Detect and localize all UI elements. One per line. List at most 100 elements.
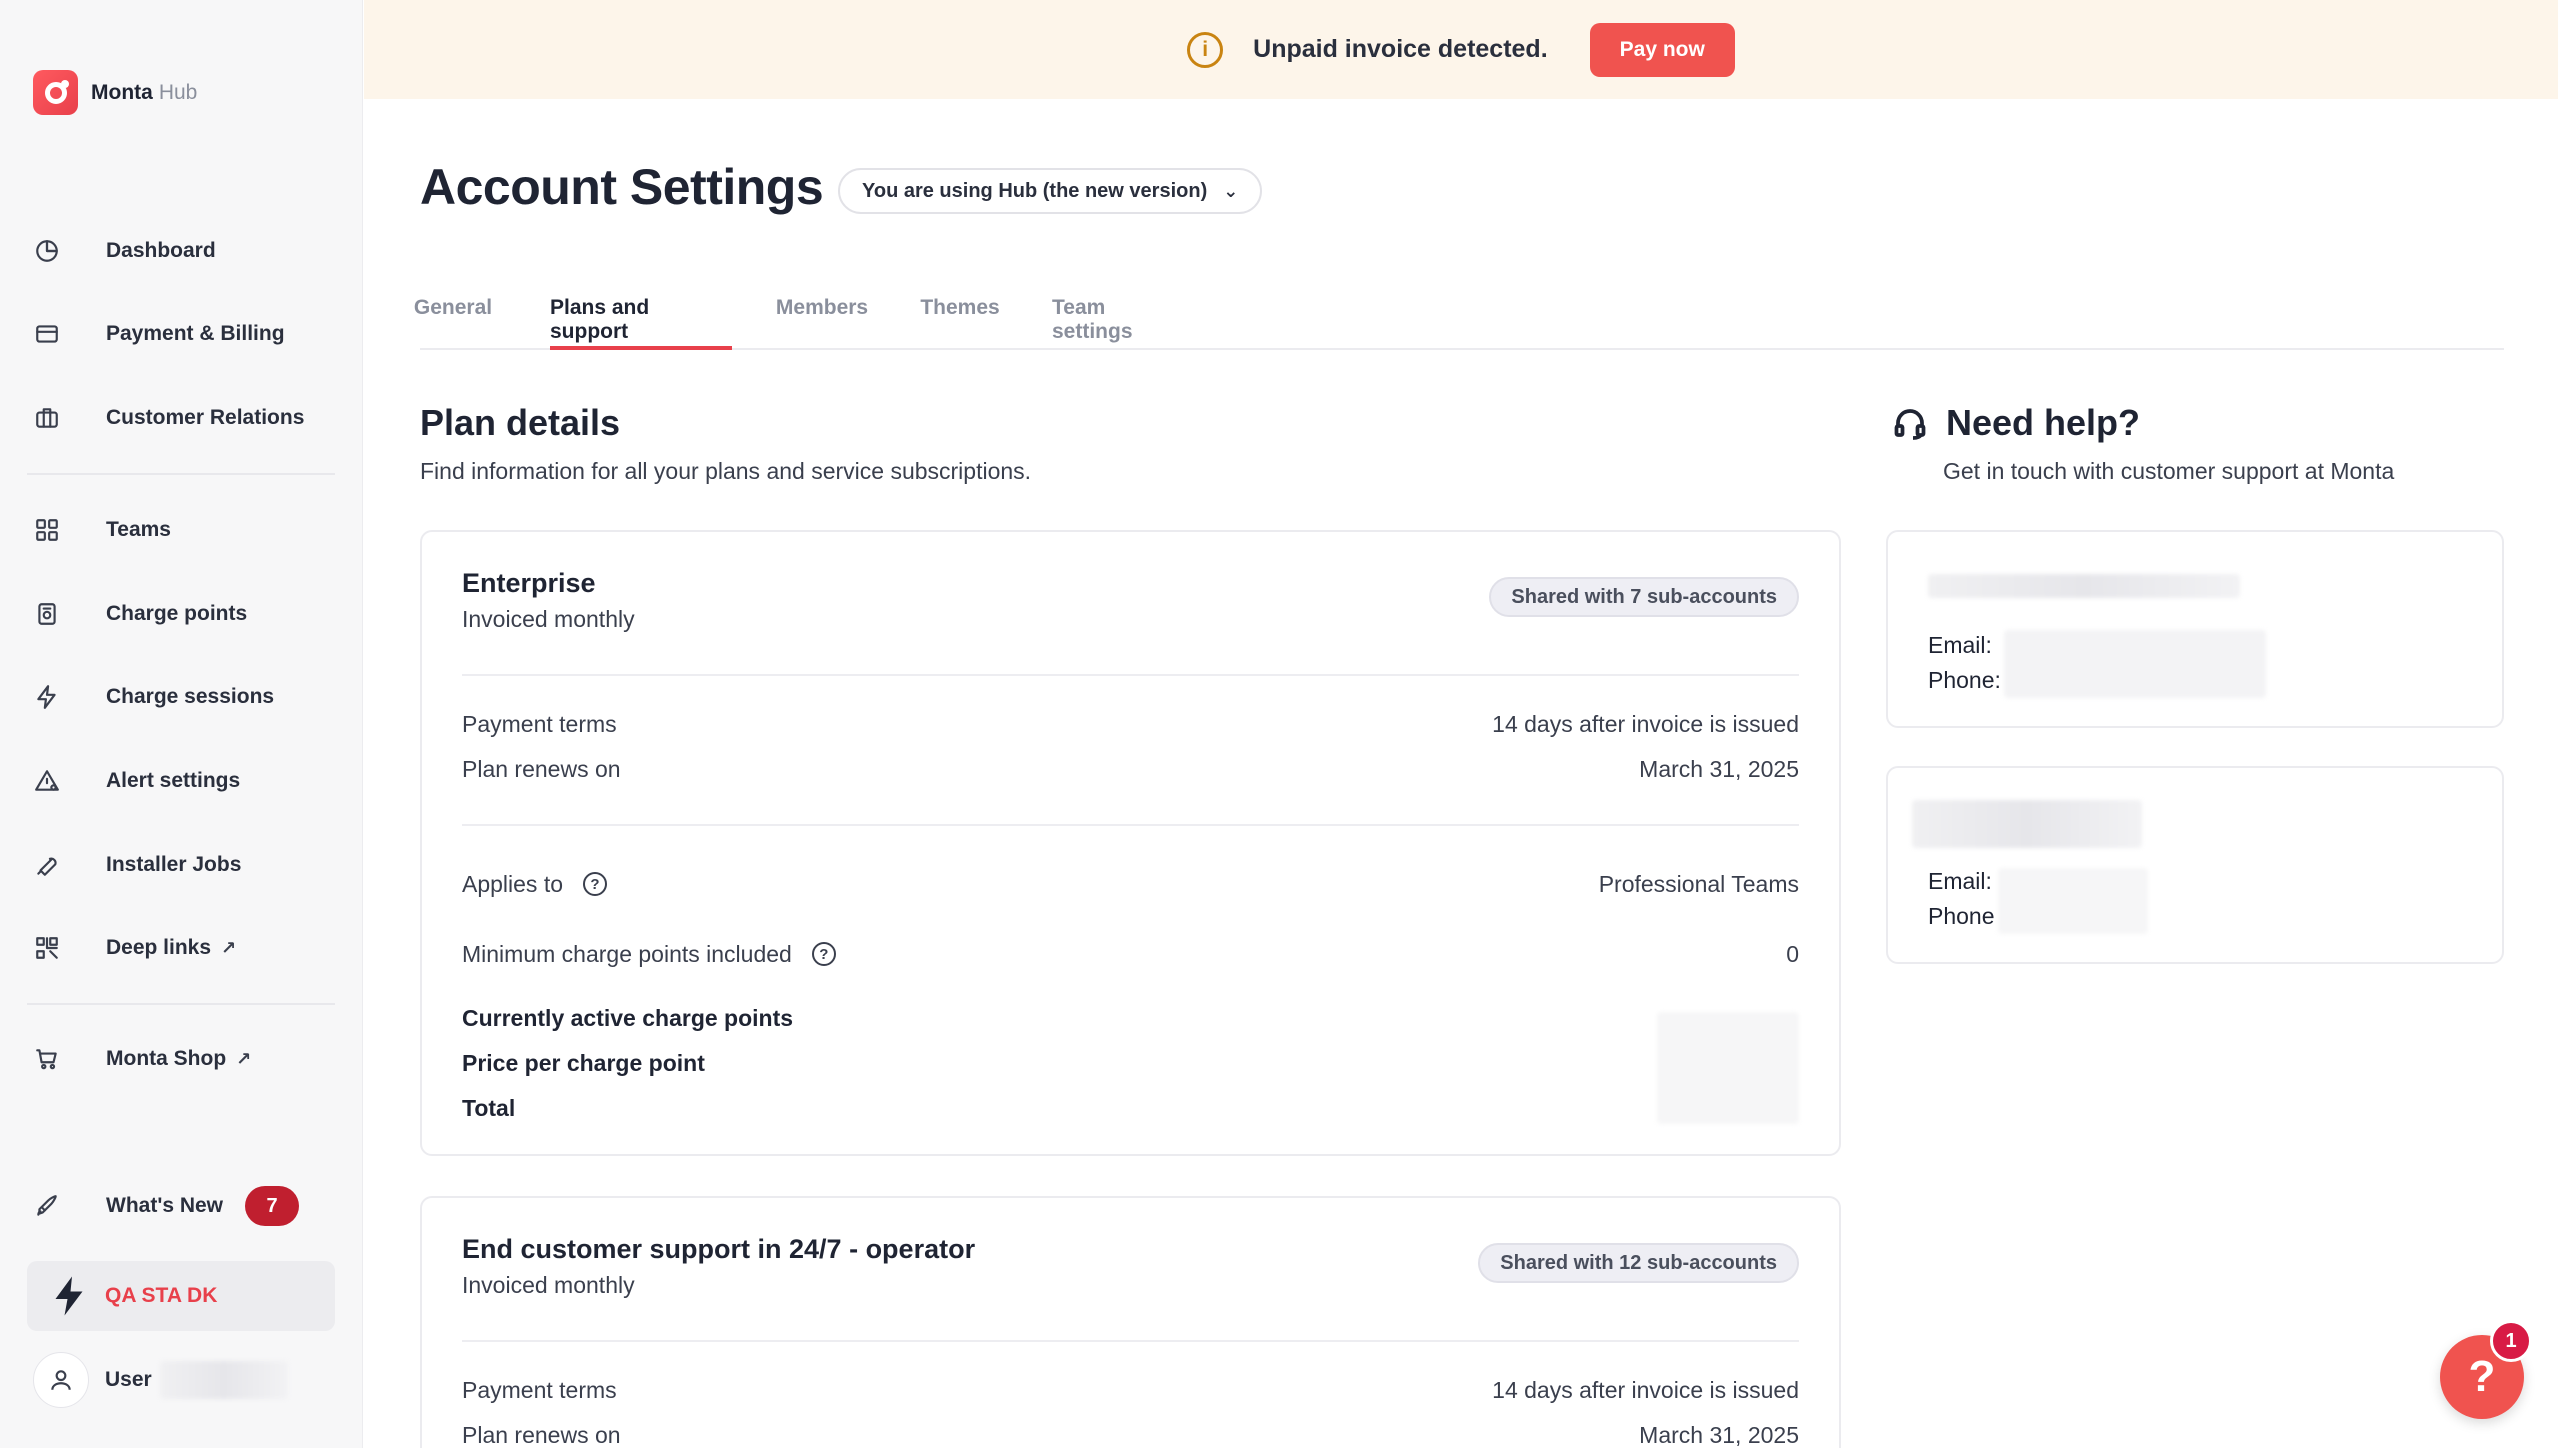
shared-sub-accounts-badge[interactable]: Shared with 7 sub-accounts [1489,577,1799,617]
pay-now-button[interactable]: Pay now [1589,22,1735,77]
payment-terms-label: Payment terms [462,710,617,737]
info-icon: i [1187,31,1224,68]
plan-card-enterprise: Enterprise Invoiced monthly Shared with … [420,530,1841,1156]
account-switcher[interactable]: QA STA DK [27,1261,335,1331]
support-contact-card: Email: Phone [1886,766,2504,964]
sidebar-item-monta-shop[interactable]: Monta Shop ↗ [33,1034,333,1084]
sidebar-item-label: Customer Relations [106,406,305,429]
contact-phone[interactable]: Phone: [1928,667,2001,694]
plan-name: Enterprise [462,568,596,598]
total-label: Total [462,1094,516,1121]
tab-team-settings[interactable]: Team settings [1052,296,1184,350]
payment-terms-value: 14 days after invoice is issued [1492,710,1799,737]
banner-text: Unpaid invoice detected. [1253,35,1548,63]
wrench-icon [33,851,61,879]
sidebar-item-alert-settings[interactable]: Alert settings [33,756,333,806]
brand-sub: Hub [158,80,198,104]
tab-themes[interactable]: Themes [920,296,999,350]
applies-to-value: Professional Teams [1598,870,1799,897]
brand[interactable]: Monta Hub [33,70,197,115]
sidebar: Monta Hub Dashboard Payment & Billing Cu… [0,0,363,1448]
sidebar-item-whats-new[interactable]: What's New 7 [33,1181,333,1231]
sidebar-item-label: Installer Jobs [106,853,242,876]
contact-email[interactable]: Email: [1928,868,1992,895]
whats-new-badge: 7 [245,1186,300,1226]
min-charge-points-label-wrap: Minimum charge points included ? [462,941,836,968]
plan-card-support: End customer support in 24/7 - operator … [420,1196,1841,1448]
min-charge-points-label: Minimum charge points included [462,940,792,967]
user-menu[interactable]: User [33,1352,288,1408]
sidebar-item-label: Payment & Billing [106,322,285,345]
help-circle-icon[interactable]: ? [811,942,836,966]
applies-to-row: Applies to ? Professional Teams [462,866,1799,902]
headset-icon [1894,409,1926,440]
sidebar-item-label: Charge sessions [106,685,275,708]
chevron-down-icon: ⌄ [1223,180,1239,201]
sidebar-item-label: Monta Shop [106,1047,227,1070]
plan-renews-row: Plan renews on March 31, 2025 [462,751,1799,787]
monta-logo-icon [33,70,78,115]
plan-details-title: Plan details [420,402,621,443]
sidebar-divider [27,1003,335,1005]
shared-sub-accounts-badge[interactable]: Shared with 12 sub-accounts [1478,1243,1799,1283]
applies-to-label: Applies to [462,870,564,897]
tab-general[interactable]: General [414,296,492,350]
unpaid-invoice-banner: i Unpaid invoice detected. Pay now [364,0,2558,99]
external-link-icon: ↗ [236,1048,252,1069]
need-help-label: Need help? [1946,402,2141,443]
price-per-charge-point-label: Price per charge point [462,1049,705,1076]
contact-email[interactable]: Email: [1928,632,1992,659]
account-lightning-icon [45,1271,93,1321]
user-avatar-icon [33,1352,89,1408]
plan-renews-label: Plan renews on [462,755,621,782]
grid-icon [33,516,61,544]
sidebar-item-customer-relations[interactable]: Customer Relations [33,393,333,443]
sidebar-item-teams[interactable]: Teams [33,505,333,555]
divider [462,824,1799,826]
payment-terms-value: 14 days after invoice is issued [1492,1376,1799,1403]
contact-email-label: Email: [1928,632,1992,658]
plan-details-subtitle: Find information for all your plans and … [420,458,1032,484]
active-charge-points-row: Currently active charge points [462,1000,1799,1036]
account-name: QA STA DK [105,1284,218,1307]
plan-renews-value: March 31, 2025 [1639,1421,1799,1448]
sidebar-item-charge-points[interactable]: Charge points [33,589,333,639]
sidebar-item-deep-links[interactable]: Deep links ↗ [33,923,333,973]
contact-phone-label: Phone [1928,903,1995,929]
sidebar-item-installer-jobs[interactable]: Installer Jobs [33,840,333,890]
contact-details-redacted [1998,868,2148,934]
brand-name: Monta [91,80,153,104]
divider [462,1340,1799,1342]
need-help-title: Need help? [1892,402,2140,444]
active-charge-points-label: Currently active charge points [462,1004,794,1031]
sidebar-item-label: What's New [106,1194,224,1217]
tab-plans-and-support[interactable]: Plans and support [550,296,732,350]
sidebar-item-label: Teams [106,518,171,541]
sidebar-item-label: Dashboard [106,239,216,262]
sidebar-item-label: Alert settings [106,769,241,792]
sidebar-item-dashboard[interactable]: Dashboard [33,226,333,276]
sidebar-item-label: Charge points [106,602,248,625]
help-circle-icon[interactable]: ? [583,872,608,896]
page-title: Account Settings [420,159,824,215]
contact-name-redacted [1928,574,2240,598]
plan-renews-value: March 31, 2025 [1639,755,1799,782]
version-selector[interactable]: You are using Hub (the new version) ⌄ [838,168,1263,214]
sidebar-item-payment-billing[interactable]: Payment & Billing [33,309,333,359]
contact-phone-label: Phone: [1928,667,2001,693]
plan-name: End customer support in 24/7 - operator [462,1234,976,1264]
applies-to-label-wrap: Applies to ? [462,870,608,898]
user-name-redacted [159,1361,288,1399]
price-per-charge-point-row: Price per charge point [462,1045,1799,1081]
contact-phone[interactable]: Phone [1928,903,1995,930]
plan-renews-label: Plan renews on [462,1421,621,1448]
lightning-icon [33,683,61,711]
sidebar-item-charge-sessions[interactable]: Charge sessions [33,672,333,722]
sidebar-divider [27,473,335,475]
version-label: You are using Hub (the new version) [862,179,1208,202]
support-contact-card: Email: Phone: [1886,530,2504,728]
sidebar-item-label: Deep links [106,936,212,959]
app-root: Monta Hub Dashboard Payment & Billing Cu… [0,0,2558,1448]
tab-members[interactable]: Members [776,296,868,350]
external-link-icon: ↗ [221,937,237,958]
